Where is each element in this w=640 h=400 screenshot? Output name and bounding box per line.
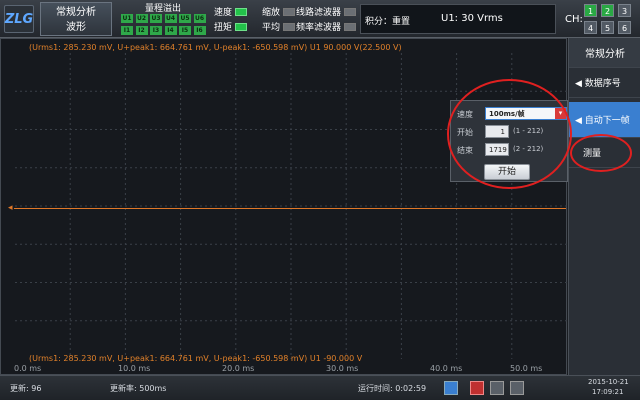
run-time: 运行时间: 0:02:59	[358, 384, 427, 393]
network-icon	[470, 381, 484, 395]
overflow-chip-i6: I6	[193, 26, 206, 35]
overflow-chip-i5: I5	[179, 26, 191, 35]
channel-button-2[interactable]: 2	[601, 4, 614, 17]
trace-marker-icon[interactable]: ◂	[8, 203, 13, 213]
mode-title: 常规分析	[56, 7, 96, 18]
overflow-chip-i3: I3	[150, 26, 162, 35]
status-bar: 更新: 96 更新率: 500ms 运行时间: 0:02:59 2015-10-…	[0, 375, 640, 400]
annotation-circle-measure	[570, 134, 632, 172]
indicator-1: 扭矩	[214, 20, 248, 33]
indicator-label: 缩放	[262, 8, 281, 18]
x-tick-label: 40.0 ms	[430, 364, 463, 373]
range-overflow-panel: 量程溢出 U1 U2 U3 U4 U5 U6 I1 I2 I3 I4 I5 I6	[118, 1, 208, 37]
indicator-label: 扭矩	[214, 23, 233, 33]
x-tick-label: 30.0 ms	[326, 364, 359, 373]
overflow-chip-i1: I1	[121, 26, 133, 35]
annotation-circle-popup	[447, 79, 572, 189]
indicator-label: 线路滤波器	[296, 8, 342, 18]
integration-value: U1: 30 Vrms	[441, 13, 503, 24]
measurement-info-bottom: (Urms1: 285.230 mV, U+peak1: 664.761 mV,…	[29, 354, 363, 363]
top-bar: ZLG 常规分析 波形 量程溢出 U1 U2 U3 U4 U5 U6 I1 I2 I3 I4 I5 I…	[0, 0, 640, 38]
overflow-chip-i2: I2	[135, 26, 148, 35]
indicator-led-icon	[235, 22, 248, 31]
indicator-label: 平均	[262, 23, 281, 33]
mode-button[interactable]: 常规分析 波形	[40, 2, 112, 36]
indicator-label: 速度	[214, 8, 233, 18]
refresh-count: 更新: 96	[10, 384, 42, 393]
display-icon	[444, 381, 458, 395]
waveform-trace	[14, 208, 566, 209]
status-date: 2015-10-21	[588, 378, 629, 386]
side-menu-title: 常规分析	[569, 38, 640, 68]
range-overflow-title: 量程溢出	[144, 4, 181, 14]
indicator-led-icon	[283, 7, 296, 16]
data-index-button[interactable]: ◀ 数据序号	[569, 68, 640, 98]
indicator-led-icon	[344, 7, 357, 16]
side-menu: 常规分析 ◀ 数据序号 ◀ 自动下一帧 测量	[568, 38, 640, 375]
indicator-3: 平均	[262, 20, 296, 33]
x-tick-label: 20.0 ms	[222, 364, 255, 373]
overflow-chip-i4: I4	[164, 26, 177, 35]
channel-button-3[interactable]: 3	[618, 4, 631, 17]
integration-panel: 积分：重置 U1: 30 Vrms	[360, 4, 556, 34]
mode-subtitle: 波形	[66, 22, 86, 33]
x-tick-label: 50.0 ms	[510, 364, 543, 373]
channel-button-1[interactable]: 1	[584, 4, 597, 17]
storage-icon	[510, 381, 524, 395]
usb-icon	[490, 381, 504, 395]
logo: ZLG	[4, 5, 34, 33]
overflow-chip-u5: U5	[179, 14, 191, 23]
channel-button-4[interactable]: 4	[584, 21, 597, 34]
channel-button-5[interactable]: 5	[601, 21, 614, 34]
refresh-rate: 更新率: 500ms	[110, 384, 167, 393]
indicator-led-icon	[283, 22, 296, 31]
overflow-chip-u3: U3	[150, 14, 162, 23]
overflow-chip-u2: U2	[135, 14, 148, 23]
x-tick-label: 0.0 ms	[14, 364, 42, 373]
status-time: 17:09:21	[592, 388, 624, 396]
channel-label: CH:	[565, 14, 583, 25]
x-tick-label: 10.0 ms	[118, 364, 151, 373]
measurement-info-top: (Urms1: 285.230 mV, U+peak1: 664.761 mV,…	[29, 43, 402, 52]
indicator-2: 缩放	[262, 5, 296, 18]
integration-label: 积分：重置	[365, 17, 411, 27]
auto-next-frame-button[interactable]: ◀ 自动下一帧	[569, 102, 640, 138]
overflow-chip-u4: U4	[164, 14, 177, 23]
indicator-label: 频率滤波器	[296, 23, 342, 33]
indicator-5: 频率滤波器	[296, 20, 357, 33]
channel-button-6[interactable]: 6	[618, 21, 631, 34]
overflow-chip-u6: U6	[193, 14, 206, 23]
indicator-0: 速度	[214, 5, 248, 18]
indicator-led-icon	[235, 7, 248, 16]
indicator-led-icon	[344, 22, 357, 31]
indicator-4: 线路滤波器	[296, 5, 357, 18]
overflow-chip-u1: U1	[121, 14, 133, 23]
